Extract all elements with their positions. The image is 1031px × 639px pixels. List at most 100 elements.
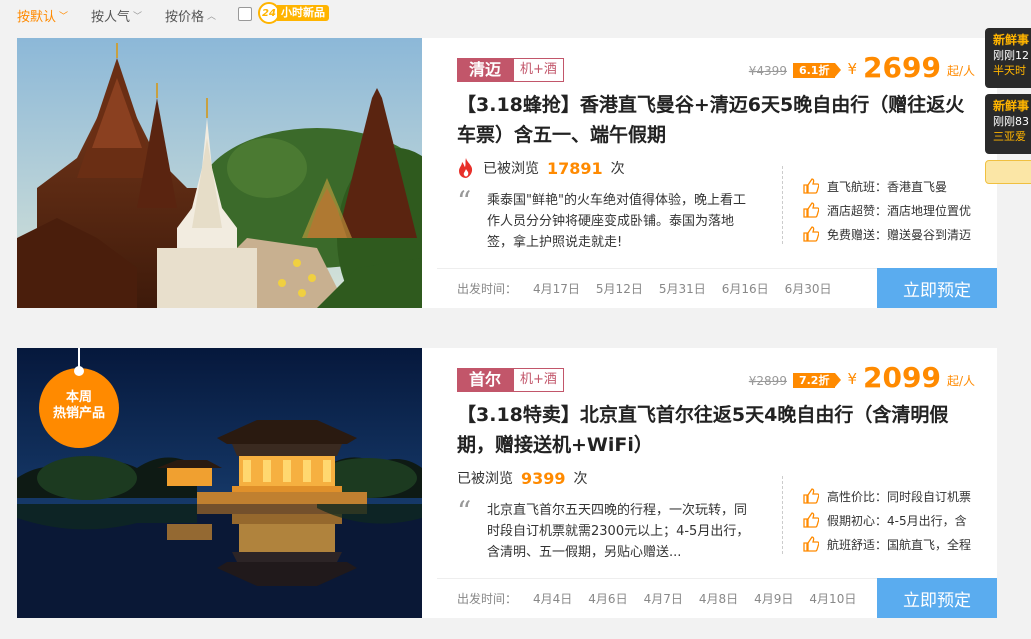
dates-label: 出发时间： bbox=[457, 282, 518, 296]
date-item[interactable]: 4月10日 bbox=[809, 590, 856, 607]
feature-list: 高性价比：同时段自订机票 假期初心：4-5月出行，含 航班舒适：国航直飞，全程 bbox=[803, 484, 971, 556]
date-item[interactable]: 4月6日 bbox=[588, 590, 627, 607]
currency-symbol: ¥ bbox=[847, 60, 858, 78]
dates-label: 出发时间： bbox=[457, 592, 518, 606]
quote-icon: “ bbox=[457, 185, 472, 218]
price-unit: 起/人 bbox=[946, 64, 975, 78]
price-area: ¥4399 6.1折 ¥ 2699 起/人 bbox=[749, 52, 975, 84]
date-item[interactable]: 6月30日 bbox=[785, 280, 832, 297]
divider bbox=[782, 166, 783, 244]
views-count: 已被浏览 17891 次 bbox=[457, 158, 625, 178]
feature-item: 直飞航班：香港直飞曼 bbox=[803, 174, 971, 198]
date-item[interactable]: 4月8日 bbox=[699, 590, 738, 607]
feature-text: 假期初心：4-5月出行，含 bbox=[827, 513, 967, 528]
thumbs-up-icon bbox=[803, 178, 819, 194]
views-prefix: 已被浏览 bbox=[483, 161, 539, 177]
hot-badge-line2: 热销产品 bbox=[52, 406, 105, 421]
views-suffix: 次 bbox=[573, 471, 588, 487]
discount-badge: 6.1折 bbox=[792, 63, 841, 78]
date-item[interactable]: 4月7日 bbox=[644, 590, 683, 607]
sort-default[interactable]: 按默认 ﹀ bbox=[17, 6, 68, 25]
product-photo-pavilion[interactable]: 本周 热销产品 bbox=[17, 348, 422, 618]
views-number: 9399 bbox=[521, 468, 566, 488]
new-products-checkbox[interactable] bbox=[238, 7, 252, 21]
combo-label: 机+酒 bbox=[513, 368, 564, 392]
thumbs-up-icon bbox=[803, 226, 819, 242]
chevron-up-icon: ︿ bbox=[207, 12, 217, 22]
price: 2099 bbox=[863, 361, 941, 394]
product-quote: “ 乘泰国"鲜艳"的火车绝对值得体验，晚上看工作人员分分钟将硬座变成卧铺。泰国为… bbox=[457, 185, 757, 253]
feature-item: 高性价比：同时段自订机票 bbox=[803, 484, 971, 508]
book-now-button[interactable]: 立即预定 bbox=[877, 268, 997, 308]
views-count: 已被浏览 9399 次 bbox=[457, 468, 588, 488]
date-item[interactable]: 5月12日 bbox=[596, 280, 643, 297]
destination-tag[interactable]: 清迈 机+酒 bbox=[457, 58, 564, 82]
side-tab[interactable] bbox=[985, 160, 1031, 184]
fire-icon bbox=[459, 158, 473, 178]
quote-icon: “ bbox=[457, 495, 472, 528]
price-unit: 起/人 bbox=[946, 374, 975, 388]
product-title[interactable]: 【3.18蜂抢】香港直飞曼谷+清迈6天5晚自由行（赠往返火车票）含五一、端午假期 bbox=[457, 90, 977, 150]
date-item[interactable]: 5月31日 bbox=[659, 280, 706, 297]
discount-badge: 7.2折 bbox=[792, 373, 841, 388]
product-quote: “ 北京直飞首尔五天四晚的行程，一次玩转，同时段自订机票就需2300元以上；4-… bbox=[457, 495, 757, 563]
product-title[interactable]: 【3.18特卖】北京直飞首尔往返5天4晚自由行（含清明假期，赠接送机+WiFi） bbox=[457, 400, 977, 460]
side-news-card[interactable]: 新鲜事 刚刚12 半天时 bbox=[985, 28, 1031, 88]
feature-text: 酒店超赞：酒店地理位置优 bbox=[827, 203, 972, 218]
quote-text: 乘泰国"鲜艳"的火车绝对值得体验，晚上看工作人员分分钟将硬座变成卧铺。泰国为落地… bbox=[487, 193, 746, 250]
feature-item: 免费赠送：赠送曼谷到清迈 bbox=[803, 222, 971, 246]
thumbs-up-icon bbox=[803, 512, 819, 528]
destination-label: 首尔 bbox=[457, 368, 514, 392]
badge-24-text: 小时新品 bbox=[277, 5, 329, 21]
product-card[interactable]: 清迈 机+酒 ¥4399 6.1折 ¥ 2699 起/人 【3.18蜂抢】香港直… bbox=[17, 38, 997, 308]
product-info: 首尔 机+酒 ¥2899 7.2折 ¥ 2099 起/人 【3.18特卖】北京直… bbox=[437, 348, 997, 618]
date-item[interactable]: 6月16日 bbox=[722, 280, 769, 297]
sort-popularity[interactable]: 按人气 ﹀ bbox=[91, 6, 142, 25]
side-news-line: 三亚爱 bbox=[993, 130, 1026, 143]
side-news-title: 新鲜事 bbox=[993, 99, 1030, 113]
new-products-badge[interactable]: 24 小时新品 bbox=[258, 2, 329, 24]
date-item[interactable]: 4月17日 bbox=[533, 280, 580, 297]
departure-dates-row: 出发时间： 4月17日 5月12日 5月31日 6月16日 6月30日 立即预定 bbox=[437, 268, 997, 308]
thumbs-up-icon bbox=[803, 202, 819, 218]
views-prefix: 已被浏览 bbox=[457, 471, 513, 487]
destination-tag[interactable]: 首尔 机+酒 bbox=[457, 368, 564, 392]
feature-list: 直飞航班：香港直飞曼 酒店超赞：酒店地理位置优 免费赠送：赠送曼谷到清迈 bbox=[803, 174, 971, 246]
side-news-title: 新鲜事 bbox=[993, 33, 1030, 47]
book-now-button[interactable]: 立即预定 bbox=[877, 578, 997, 618]
side-news-line: 刚刚83 bbox=[993, 115, 1029, 128]
price-area: ¥2899 7.2折 ¥ 2099 起/人 bbox=[749, 362, 975, 394]
departure-dates: 出发时间： 4月17日 5月12日 5月31日 6月16日 6月30日 bbox=[457, 280, 832, 297]
price: 2699 bbox=[863, 51, 941, 84]
hot-badge-line1: 本周 bbox=[65, 390, 92, 405]
feature-text: 免费赠送：赠送曼谷到清迈 bbox=[827, 227, 972, 242]
feature-text: 航班舒适：国航直飞，全程 bbox=[827, 537, 972, 552]
side-news-line: 刚刚12 bbox=[993, 49, 1029, 62]
departure-dates: 出发时间： 4月4日 4月6日 4月7日 4月8日 4月9日 4月10日 bbox=[457, 590, 856, 607]
feature-text: 直飞航班：香港直飞曼 bbox=[827, 179, 948, 194]
sort-bar: 按默认 ﹀ 按人气 ﹀ 按价格 ︿ 24 小时新品 bbox=[0, 0, 1031, 30]
date-item[interactable]: 4月4日 bbox=[533, 590, 572, 607]
sort-popularity-label: 按人气 bbox=[91, 10, 131, 25]
hot-badge-pin bbox=[74, 366, 84, 376]
product-photo-temple[interactable] bbox=[17, 38, 422, 308]
chevron-down-icon: ﹀ bbox=[59, 12, 69, 22]
old-price: ¥4399 bbox=[748, 64, 787, 78]
feature-item: 假期初心：4-5月出行，含 bbox=[803, 508, 971, 532]
chevron-down-icon: ﹀ bbox=[133, 12, 143, 22]
side-news-line: 半天时 bbox=[993, 64, 1026, 77]
sort-default-label: 按默认 bbox=[17, 10, 57, 25]
feature-item: 酒店超赞：酒店地理位置优 bbox=[803, 198, 971, 222]
product-card[interactable]: 本周 热销产品 首尔 机+酒 ¥2899 7.2折 ¥ 2099 起/人 【3.… bbox=[17, 348, 997, 618]
side-news-card[interactable]: 新鲜事 刚刚83 三亚爱 bbox=[985, 94, 1031, 154]
divider bbox=[782, 476, 783, 554]
old-price: ¥2899 bbox=[748, 374, 787, 388]
currency-symbol: ¥ bbox=[847, 370, 858, 388]
sort-price-label: 按价格 bbox=[165, 10, 205, 25]
sort-price[interactable]: 按价格 ︿ bbox=[165, 6, 216, 25]
views-number: 17891 bbox=[547, 158, 603, 178]
departure-dates-row: 出发时间： 4月4日 4月6日 4月7日 4月8日 4月9日 4月10日 立即预… bbox=[437, 578, 997, 618]
thumbs-up-icon bbox=[803, 488, 819, 504]
combo-label: 机+酒 bbox=[513, 58, 564, 82]
date-item[interactable]: 4月9日 bbox=[754, 590, 793, 607]
